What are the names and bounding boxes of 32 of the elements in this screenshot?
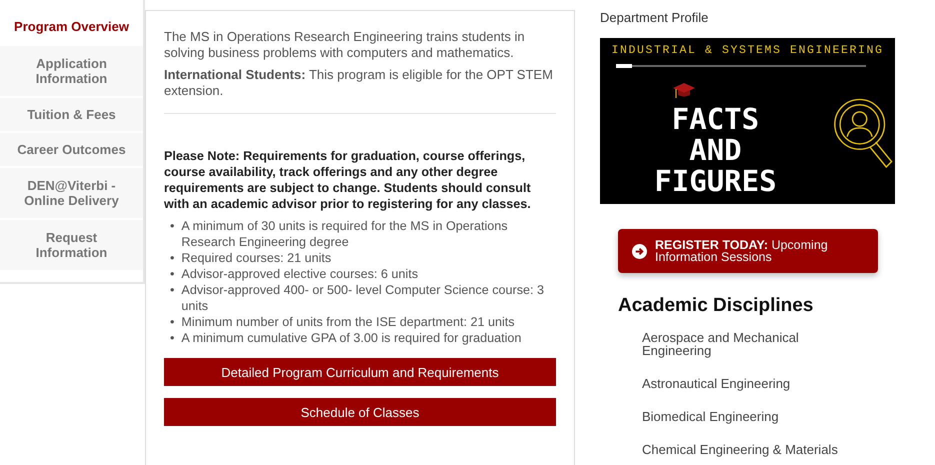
- discipline-link[interactable]: Chemical Engineering & Materials: [642, 443, 842, 456]
- list-item: Advisor-approved 400- or 500- level Computer Science course: 3 units: [181, 282, 546, 314]
- list-item: A minimum of 30 units is required for the MS in Operations Research Engineering degree: [181, 218, 509, 250]
- list-item: Advisor-approved elective courses: 6 units: [181, 266, 420, 282]
- link-button[interactable]: Schedule of Classes: [164, 398, 556, 426]
- tab[interactable]: DEN@Viterbi - Online Delivery: [0, 168, 143, 218]
- section-heading: Department Profile: [600, 10, 710, 25]
- register-button[interactable]: REGISTER TODAY: Upcoming Information Sessions: [618, 229, 878, 273]
- bullet-mark: •: [170, 314, 174, 330]
- arrow-circle-icon: [632, 244, 647, 258]
- section-heading: Academic Disciplines: [618, 295, 814, 317]
- discipline-link[interactable]: Biomedical Engineering: [642, 410, 842, 423]
- bullet-mark: •: [170, 266, 174, 282]
- note-text: Please Note: Requirements for graduation, course offerings, course availability, track offerings and any other degree requirements are subject to change. Students should consult with an academic advisor prior to registering for any classes.: [164, 148, 532, 212]
- bullet-mark: •: [170, 250, 174, 266]
- discipline-link[interactable]: Astronautical Engineering: [642, 377, 842, 390]
- intro-text: The MS in Operations Research Engineering trains students in solving business problems with computers and mathematics.: [164, 29, 526, 61]
- link-button[interactable]: Detailed Program Curriculum and Requirements: [164, 358, 556, 386]
- list-item: Required courses: 21 units: [181, 250, 332, 266]
- tab[interactable]: Tuition & Fees: [0, 98, 143, 131]
- banner-subtitle: INDUSTRIAL & SYSTEMS ENGINEERING: [610, 44, 885, 57]
- bullet-mark: •: [170, 282, 174, 298]
- tab[interactable]: Request Information: [0, 220, 143, 270]
- tab[interactable]: Career Outcomes: [0, 133, 143, 166]
- banner-title: FACTS AND FIGURES: [653, 104, 778, 197]
- bullet-mark: •: [170, 330, 174, 346]
- discipline-link[interactable]: Aerospace and Mechanical Engineering: [642, 331, 842, 357]
- list-item: A minimum cumulative GPA of 3.00 is required for graduation: [181, 330, 522, 346]
- bullet-mark: •: [170, 218, 174, 234]
- tab[interactable]: Application Information: [0, 46, 143, 96]
- international-text: International Students: This program is eligible for the OPT STEM extension.: [164, 67, 554, 99]
- list-item: Minimum number of units from the ISE department: 21 units: [181, 314, 516, 330]
